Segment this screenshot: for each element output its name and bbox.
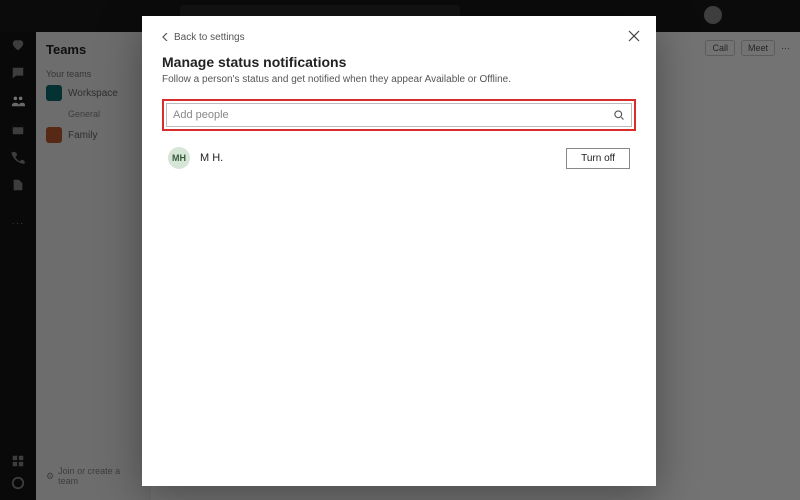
search-icon (613, 109, 625, 121)
status-notifications-modal: Back to settings Manage status notificat… (142, 16, 656, 486)
close-button[interactable] (624, 26, 644, 46)
modal-subtitle: Follow a person's status and get notifie… (162, 74, 636, 85)
back-label: Back to settings (174, 32, 245, 43)
add-people-input[interactable] (173, 109, 613, 121)
person-row: MH M H. Turn off (162, 147, 636, 169)
modal-title: Manage status notifications (162, 54, 636, 70)
chevron-left-icon (162, 33, 170, 41)
close-icon (628, 30, 640, 42)
person-avatar: MH (168, 147, 190, 169)
person-name: M H. (200, 152, 556, 164)
back-to-settings-link[interactable]: Back to settings (162, 32, 245, 43)
turn-off-button[interactable]: Turn off (566, 148, 630, 169)
add-people-highlight (162, 99, 636, 131)
